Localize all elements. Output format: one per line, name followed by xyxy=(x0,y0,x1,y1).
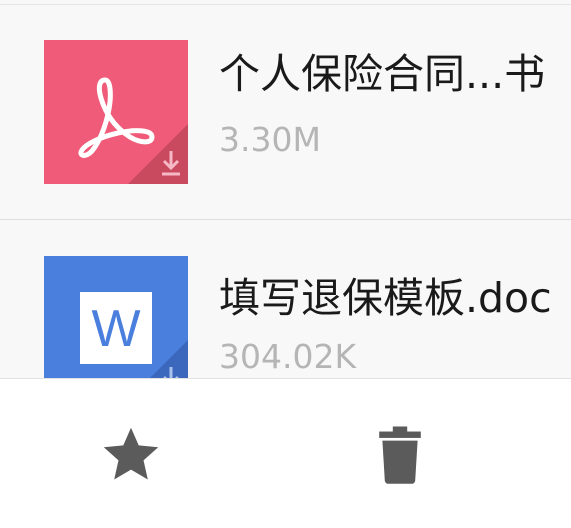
word-icon: W xyxy=(80,292,188,378)
pdf-icon xyxy=(78,77,188,184)
file-size: 3.30M xyxy=(219,120,321,159)
file-item[interactable]: 个人保险合同...书 3.30M xyxy=(0,5,571,219)
word-letter: W xyxy=(91,300,140,358)
word-thumbnail: W xyxy=(44,256,188,378)
file-item[interactable]: W 填写退保模板.doc 304.02K xyxy=(0,220,571,378)
bottom-toolbar xyxy=(0,378,571,528)
file-name: 个人保险合同...书 xyxy=(219,50,546,98)
pdf-thumbnail xyxy=(44,40,188,184)
file-list: 个人保险合同...书 3.30M W 填写退保模板.doc 304.02K xyxy=(0,0,571,378)
file-name: 填写退保模板.doc xyxy=(219,274,552,322)
favorite-button[interactable] xyxy=(91,415,171,495)
file-size: 304.02K xyxy=(219,337,357,376)
trash-icon xyxy=(379,426,421,484)
star-icon xyxy=(103,427,159,480)
delete-button[interactable] xyxy=(360,415,440,495)
